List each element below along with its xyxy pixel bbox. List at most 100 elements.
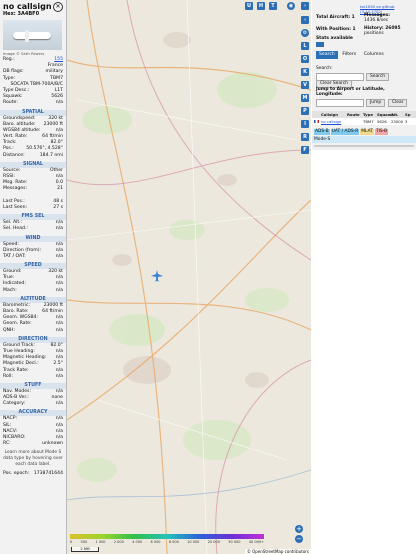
row-speed: 3 bbox=[405, 119, 408, 124]
expand-panel-icon[interactable]: › bbox=[301, 2, 309, 10]
settings-icon[interactable]: ⚙ bbox=[301, 29, 309, 37]
mode-s-bar: Mode-S bbox=[312, 136, 416, 143]
field-label: TAT / OAT: bbox=[3, 253, 26, 259]
map-button-t[interactable]: T bbox=[269, 2, 277, 10]
horizontal-scrollbar[interactable] bbox=[314, 145, 414, 147]
map-button-f[interactable]: F bbox=[301, 146, 309, 154]
source-legend: ADS-B UAT / ADS-R MLAT TIS-B bbox=[314, 128, 389, 135]
field-value: 27 s bbox=[53, 204, 63, 210]
info-row: TAT / OAT: n/a bbox=[0, 254, 66, 260]
map-tiles bbox=[67, 0, 311, 554]
legend-label: 10 000 bbox=[187, 540, 200, 544]
search-button[interactable]: Search bbox=[366, 73, 390, 81]
field-value: 21 bbox=[57, 186, 63, 192]
aircraft-photo[interactable] bbox=[3, 20, 62, 50]
info-row: Distance: 184.7 nmi bbox=[0, 153, 66, 159]
close-icon[interactable]: ✕ bbox=[53, 2, 63, 12]
row-callsign[interactable]: no callsign bbox=[321, 119, 345, 124]
mode-s-note: Learn more about Mode S data type by hov… bbox=[3, 450, 63, 468]
altitude-legend-labels: 0 500 1 000 2 000 4 000 6 000 8 000 10 000 20 00… bbox=[70, 540, 264, 544]
with-position: With Position: 1 bbox=[316, 27, 356, 32]
map-button-v[interactable]: V bbox=[301, 81, 309, 89]
map-button-p[interactable]: P bbox=[301, 107, 309, 115]
field-value: n/a bbox=[55, 287, 63, 293]
source-chip: MLAT bbox=[360, 129, 374, 135]
photo-credit: Image © Seth Powers bbox=[3, 51, 45, 56]
pos-epoch-label: Pos. epoch: bbox=[3, 471, 30, 477]
altitude-color-legend bbox=[70, 534, 264, 539]
field-label: Mach: bbox=[3, 287, 17, 293]
jump-label: Jump to Airport or Latitude, Longitude: bbox=[316, 87, 385, 97]
map-view[interactable]: U H T ◉ › ‹ ⚙ LOKVMPIRF 0 500 1 000 2 000 4 … bbox=[67, 0, 311, 554]
field-label: Roll: bbox=[3, 373, 13, 379]
aircraft-info-panel: no callsign Hex: 3A4BF0 ✕ Image © Seth P… bbox=[0, 0, 67, 554]
table-header: CallsignRouteTypeSquawkAlt. (ft)Sp bbox=[312, 111, 416, 122]
field-label: QNH: bbox=[3, 327, 16, 333]
info-row: Category: n/a bbox=[0, 401, 66, 407]
history-value: positions bbox=[364, 31, 384, 36]
plane-photo-shape bbox=[13, 32, 51, 39]
stats-link-icon[interactable] bbox=[316, 42, 324, 47]
map-button-k[interactable]: K bbox=[301, 68, 309, 76]
zoom-out-button[interactable]: − bbox=[295, 535, 303, 543]
tab-search[interactable]: Search bbox=[316, 51, 338, 59]
field-value: n/a bbox=[55, 100, 63, 106]
source-chip: TIS-B bbox=[374, 129, 389, 135]
row-alt: 23000 bbox=[391, 119, 404, 124]
field-value: n/a bbox=[55, 401, 63, 407]
field-value: n/a bbox=[55, 327, 63, 333]
jump-button[interactable]: Jump bbox=[366, 99, 386, 107]
field-label: Sel. Head.: bbox=[3, 226, 28, 232]
legend-label: 6 000 bbox=[150, 540, 161, 544]
field-label: Last Seen: bbox=[3, 204, 28, 210]
source-chip: UAT / ADS-R bbox=[330, 129, 360, 135]
row-squawk: 5626 bbox=[377, 119, 387, 124]
field-label: Category: bbox=[3, 401, 26, 407]
collapse-panel-icon[interactable]: ‹ bbox=[301, 16, 309, 24]
jump-input[interactable] bbox=[316, 99, 364, 107]
field-label: RC: bbox=[3, 441, 11, 447]
map-attribution[interactable]: © OpenStreetMap contributors bbox=[244, 549, 311, 554]
legend-label: 1 000 bbox=[95, 540, 106, 544]
tab-filters[interactable]: Filters bbox=[339, 51, 359, 59]
map-button-m[interactable]: M bbox=[301, 94, 309, 102]
field-value: n/a bbox=[55, 373, 63, 379]
france-flag-icon bbox=[314, 120, 319, 123]
layers-icon[interactable]: ◉ bbox=[287, 2, 295, 10]
legend-label: 0 bbox=[70, 540, 73, 544]
map-button-u[interactable]: U bbox=[245, 2, 253, 10]
field-value: 184.7 nmi bbox=[39, 152, 63, 158]
info-row: Roll: n/a bbox=[0, 374, 66, 380]
info-row: Mach: n/a bbox=[0, 288, 66, 294]
clear-jump-button[interactable]: Clear bbox=[388, 99, 408, 107]
map-button-l[interactable]: L bbox=[301, 42, 309, 50]
map-button-r[interactable]: R bbox=[301, 133, 309, 141]
field-label: Distance: bbox=[3, 152, 25, 158]
tab-columns[interactable]: Columns bbox=[361, 51, 387, 59]
messages-value: 1436.8/sec bbox=[364, 18, 389, 23]
zoom-in-button[interactable]: + bbox=[295, 525, 303, 533]
field-label: Route: bbox=[3, 100, 18, 106]
source-chip: ADS-B bbox=[314, 129, 330, 135]
info-rows-top: Reg.: 155 France DB flags: military Type: TBM7… bbox=[0, 57, 66, 107]
stats-right: Messages: 1436.8/sec History: 26095 posi… bbox=[364, 13, 414, 36]
row-type: TBM7 bbox=[363, 119, 374, 124]
stats-left: Total Aircraft: 1 With Position: 1 Stats… bbox=[316, 15, 362, 47]
info-row: Last Seen: 27 s bbox=[0, 205, 66, 211]
field-label: Reg.: bbox=[3, 57, 15, 62]
legend-label: 500 bbox=[80, 540, 88, 544]
aircraft-marker-icon[interactable] bbox=[151, 270, 163, 282]
map-button-i[interactable]: I bbox=[301, 120, 309, 128]
map-button-h[interactable]: H bbox=[257, 2, 265, 10]
search-label: Search: bbox=[316, 66, 333, 71]
legend-label: 40 000+ bbox=[248, 540, 264, 544]
map-scale-bar: 2 NM bbox=[71, 547, 99, 552]
tabs: Search Filters Columns bbox=[316, 51, 387, 59]
info-row: QNH: n/a bbox=[0, 328, 66, 334]
legend-label: 2 000 bbox=[113, 540, 124, 544]
stats-available: Stats available bbox=[316, 36, 353, 41]
table-row[interactable]: no callsign TBM7 5626 23000 3 bbox=[312, 118, 416, 125]
map-button-o[interactable]: O bbox=[301, 55, 309, 63]
legend-label: 30 000 bbox=[228, 540, 241, 544]
legend-label: 8 000 bbox=[168, 540, 179, 544]
